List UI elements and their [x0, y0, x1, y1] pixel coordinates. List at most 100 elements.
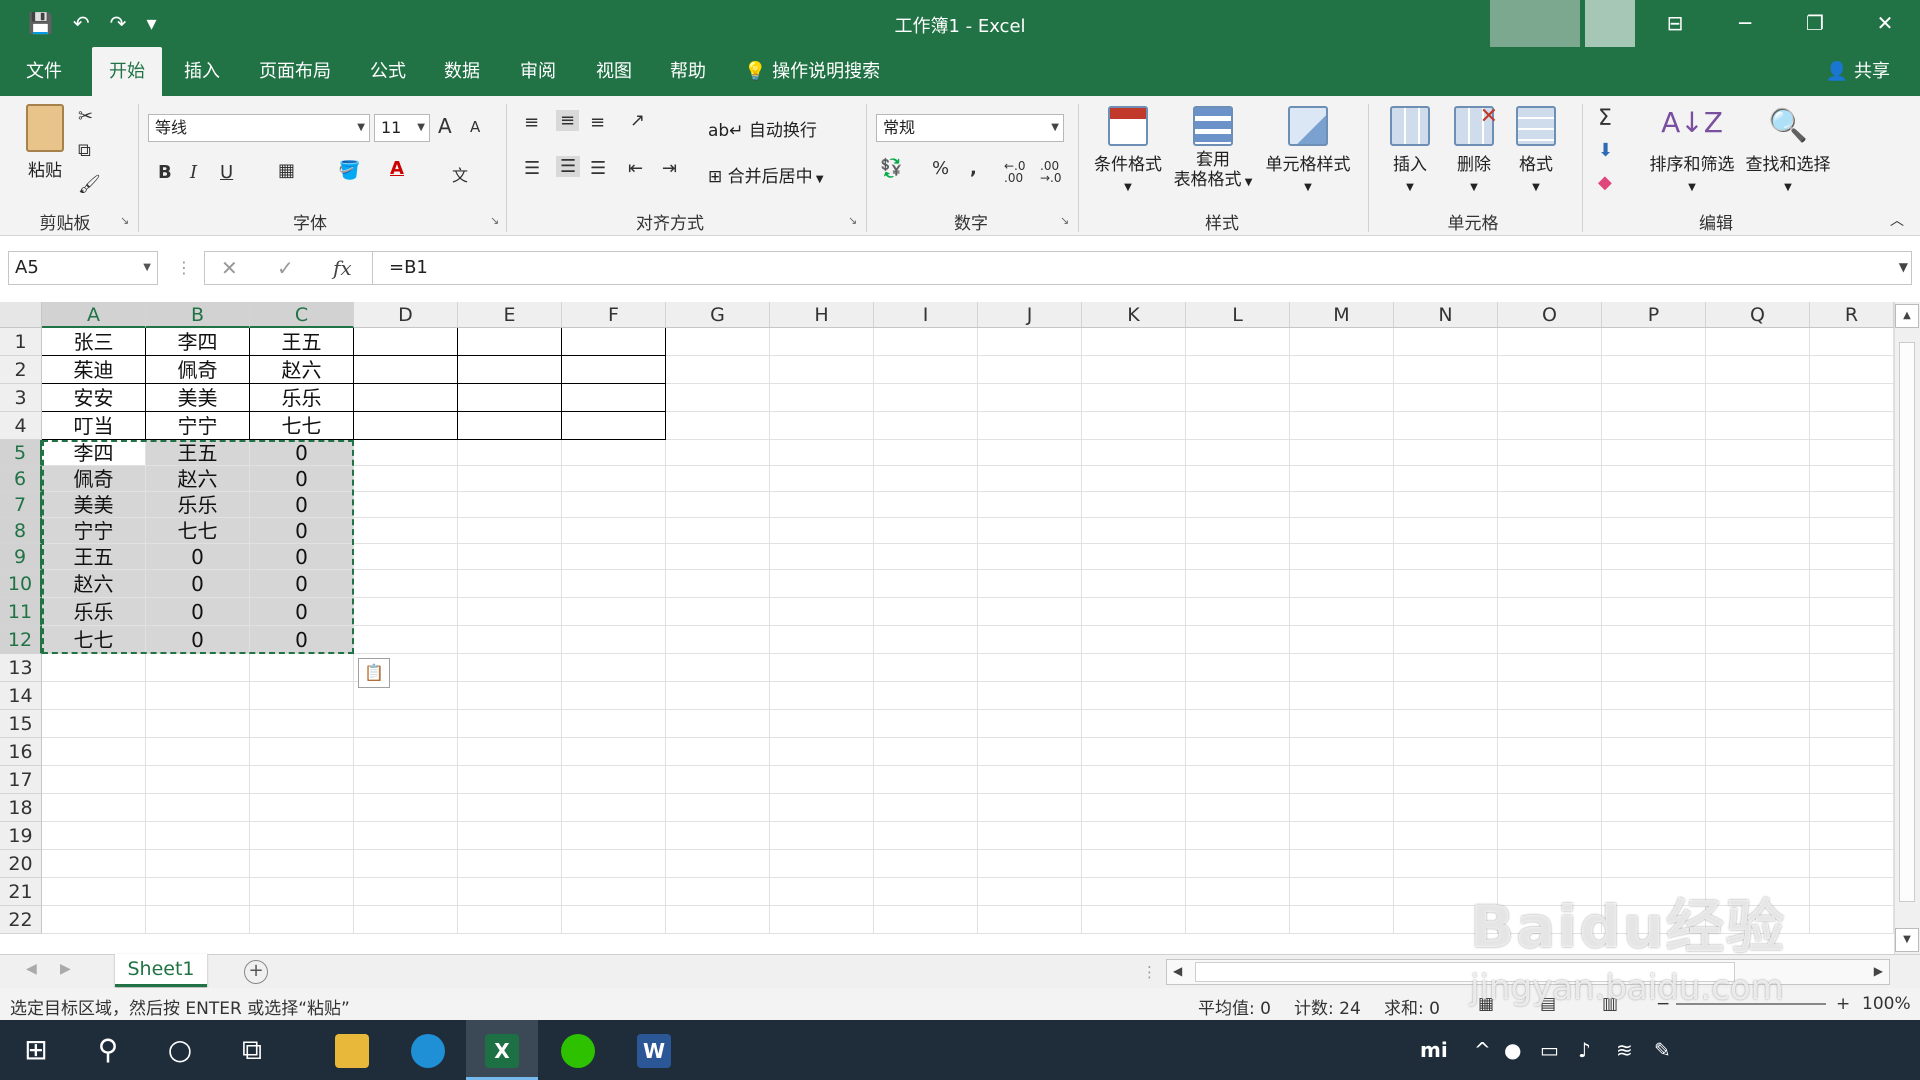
- comma-style-button[interactable]: ,: [970, 158, 977, 179]
- cell-l2[interactable]: [1186, 356, 1290, 384]
- cell-r10[interactable]: [1810, 570, 1894, 598]
- scroll-thumb[interactable]: [1899, 342, 1915, 902]
- cell-b20[interactable]: [146, 850, 250, 878]
- cell-d9[interactable]: [354, 544, 458, 570]
- cell-e7[interactable]: [458, 492, 562, 518]
- cell-j11[interactable]: [978, 598, 1082, 626]
- cell-n22[interactable]: [1394, 906, 1498, 934]
- cell-p20[interactable]: [1602, 850, 1706, 878]
- expand-formula-icon[interactable]: ▼: [1899, 260, 1908, 274]
- cell-r21[interactable]: [1810, 878, 1894, 906]
- cell-i19[interactable]: [874, 822, 978, 850]
- row-header-4[interactable]: 4: [0, 412, 42, 440]
- cell-r19[interactable]: [1810, 822, 1894, 850]
- cell-n7[interactable]: [1394, 492, 1498, 518]
- cell-g10[interactable]: [666, 570, 770, 598]
- close-button[interactable]: ✕: [1850, 0, 1920, 47]
- tell-me-search[interactable]: 💡 操作说明搜索: [744, 47, 880, 96]
- status-count[interactable]: 计数: 24: [1294, 994, 1361, 1019]
- cortana-icon[interactable]: ○: [144, 1020, 216, 1080]
- cell-m21[interactable]: [1290, 878, 1394, 906]
- cell-j17[interactable]: [978, 766, 1082, 794]
- bold-button[interactable]: B: [158, 162, 172, 183]
- cell-b16[interactable]: [146, 738, 250, 766]
- number-launcher-icon[interactable]: ↘: [1060, 214, 1069, 227]
- cell-k20[interactable]: [1082, 850, 1186, 878]
- cell-h3[interactable]: [770, 384, 874, 412]
- row-header-7[interactable]: 7: [0, 492, 42, 518]
- cell-k13[interactable]: [1082, 654, 1186, 682]
- status-average[interactable]: 平均值: 0: [1198, 994, 1271, 1019]
- word-taskbar-icon[interactable]: W: [618, 1020, 690, 1080]
- cell-e2[interactable]: [458, 356, 562, 384]
- cell-r14[interactable]: [1810, 682, 1894, 710]
- cell-j9[interactable]: [978, 544, 1082, 570]
- row-header-21[interactable]: 21: [0, 878, 42, 906]
- cell-g18[interactable]: [666, 794, 770, 822]
- cell-i5[interactable]: [874, 440, 978, 466]
- wechat-tray-icon[interactable]: ●: [1504, 1020, 1521, 1080]
- cell-g9[interactable]: [666, 544, 770, 570]
- cell-r9[interactable]: [1810, 544, 1894, 570]
- cell-q5[interactable]: [1706, 440, 1810, 466]
- cell-a1[interactable]: 张三: [42, 328, 146, 356]
- cell-i17[interactable]: [874, 766, 978, 794]
- cell-g14[interactable]: [666, 682, 770, 710]
- cell-r16[interactable]: [1810, 738, 1894, 766]
- cell-o21[interactable]: [1498, 878, 1602, 906]
- cell-a2[interactable]: 茱迪: [42, 356, 146, 384]
- cell-o16[interactable]: [1498, 738, 1602, 766]
- zoom-in-icon[interactable]: +: [1836, 994, 1850, 1014]
- cell-m9[interactable]: [1290, 544, 1394, 570]
- cell-m2[interactable]: [1290, 356, 1394, 384]
- cell-p11[interactable]: [1602, 598, 1706, 626]
- cell-r5[interactable]: [1810, 440, 1894, 466]
- cell-h16[interactable]: [770, 738, 874, 766]
- cell-k16[interactable]: [1082, 738, 1186, 766]
- volume-icon[interactable]: ♪: [1578, 1020, 1591, 1080]
- cell-i15[interactable]: [874, 710, 978, 738]
- cell-g11[interactable]: [666, 598, 770, 626]
- cell-b7[interactable]: 乐乐: [146, 492, 250, 518]
- cell-h7[interactable]: [770, 492, 874, 518]
- row-header-5[interactable]: 5: [0, 440, 42, 466]
- cell-a9[interactable]: 王五: [42, 544, 146, 570]
- cell-i4[interactable]: [874, 412, 978, 440]
- cell-o18[interactable]: [1498, 794, 1602, 822]
- worksheet-grid[interactable]: ABCDEFGHIJKLMNOPQR 1 2 3 4 5 6 7 8 9 10 11 12 13 14 15…: [0, 302, 1920, 954]
- cell-j15[interactable]: [978, 710, 1082, 738]
- cell-m13[interactable]: [1290, 654, 1394, 682]
- row-header-6[interactable]: 6: [0, 466, 42, 492]
- row-header-18[interactable]: 18: [0, 794, 42, 822]
- cell-a12[interactable]: 七七: [42, 626, 146, 654]
- cell-d1[interactable]: [354, 328, 458, 356]
- cell-e9[interactable]: [458, 544, 562, 570]
- cell-d15[interactable]: [354, 710, 458, 738]
- cell-e17[interactable]: [458, 766, 562, 794]
- cell-d10[interactable]: [354, 570, 458, 598]
- find-select-button[interactable]: 🔍 查找和选择 ▼: [1742, 106, 1834, 195]
- column-header-j[interactable]: J: [978, 302, 1082, 328]
- splitter-dots-icon[interactable]: ⋮: [176, 258, 192, 277]
- cell-f14[interactable]: [562, 682, 666, 710]
- cell-c17[interactable]: [250, 766, 354, 794]
- cell-n6[interactable]: [1394, 466, 1498, 492]
- cell-j5[interactable]: [978, 440, 1082, 466]
- cell-n15[interactable]: [1394, 710, 1498, 738]
- cell-e12[interactable]: [458, 626, 562, 654]
- cell-n1[interactable]: [1394, 328, 1498, 356]
- cell-i7[interactable]: [874, 492, 978, 518]
- shrink-font-icon[interactable]: A: [470, 118, 480, 136]
- cell-n21[interactable]: [1394, 878, 1498, 906]
- alignment-launcher-icon[interactable]: ↘: [848, 214, 857, 227]
- tab-file[interactable]: 文件: [18, 47, 70, 96]
- accounting-format-icon[interactable]: 💱: [880, 158, 902, 179]
- cell-p19[interactable]: [1602, 822, 1706, 850]
- cell-h8[interactable]: [770, 518, 874, 544]
- cell-n4[interactable]: [1394, 412, 1498, 440]
- cell-h2[interactable]: [770, 356, 874, 384]
- ribbon-display-options-icon[interactable]: ⊟: [1640, 0, 1710, 47]
- battery-icon[interactable]: ▭: [1540, 1020, 1559, 1080]
- cell-k5[interactable]: [1082, 440, 1186, 466]
- cell-p9[interactable]: [1602, 544, 1706, 570]
